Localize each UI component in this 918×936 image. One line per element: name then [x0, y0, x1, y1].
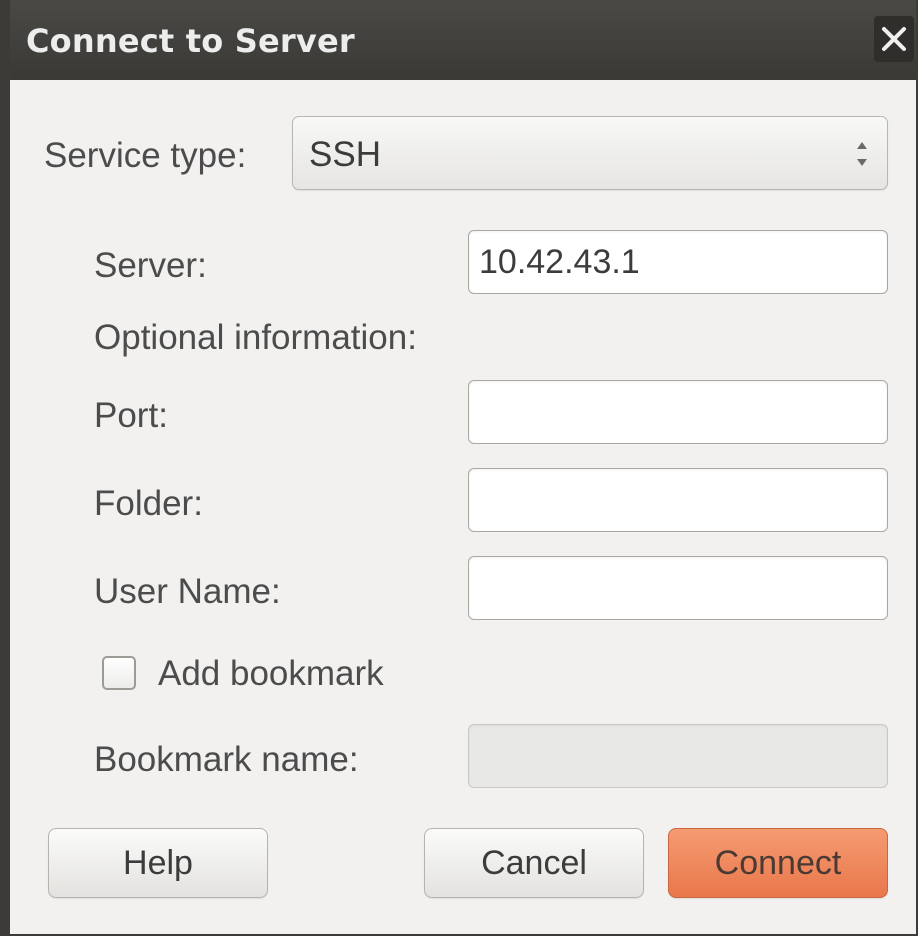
- server-input[interactable]: [468, 230, 888, 294]
- folder-label: Folder:: [94, 484, 203, 523]
- connect-dialog: Connect to Server Service type: SSH Serv…: [0, 0, 918, 936]
- help-button[interactable]: Help: [48, 828, 268, 898]
- port-input[interactable]: [468, 380, 888, 444]
- add-bookmark-checkbox[interactable]: [102, 656, 136, 690]
- port-label: Port:: [94, 396, 168, 435]
- dialog-title: Connect to Server: [26, 22, 355, 60]
- user-name-label: User Name:: [94, 572, 281, 611]
- server-label: Server:: [94, 246, 207, 285]
- optional-info-heading: Optional information:: [94, 318, 417, 357]
- updown-arrows-icon: [857, 142, 867, 166]
- bookmark-name-input: [468, 724, 888, 788]
- bookmark-name-label: Bookmark name:: [94, 740, 359, 779]
- title-bar[interactable]: Connect to Server: [10, 0, 916, 80]
- service-type-value: SSH: [309, 135, 381, 174]
- add-bookmark-label[interactable]: Add bookmark: [158, 654, 384, 694]
- user-name-input[interactable]: [468, 556, 888, 620]
- service-type-select[interactable]: SSH: [292, 116, 888, 190]
- service-type-label: Service type:: [44, 136, 247, 175]
- folder-input[interactable]: [468, 468, 888, 532]
- close-icon: [882, 27, 906, 51]
- connect-button[interactable]: Connect: [668, 828, 888, 898]
- close-button[interactable]: [874, 16, 914, 62]
- cancel-button[interactable]: Cancel: [424, 828, 644, 898]
